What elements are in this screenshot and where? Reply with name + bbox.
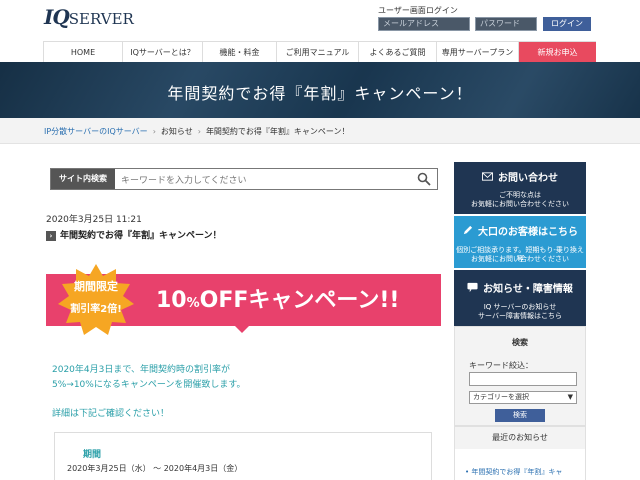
login-button[interactable]: ログイン [543, 17, 591, 31]
email-field[interactable]: メールアドレス [378, 17, 470, 31]
category-select-value: カテゴリーを選択 [473, 393, 529, 401]
logo-iq: IQ [44, 5, 70, 29]
sidebar-contact-title: お問い合わせ [454, 169, 586, 184]
sidebar-contact[interactable]: お問い合わせ ご不明な点は お気軽にお問い合わせください [454, 162, 586, 214]
campaign-headline: 10%OFFキャンペーン!! [156, 282, 399, 314]
breadcrumb-home[interactable]: IP分散サーバーのIQサーバー [44, 127, 148, 136]
password-field[interactable]: パスワード [475, 17, 537, 31]
nav-new-signup[interactable]: 新規お申込 [519, 42, 596, 63]
sidebar-contact-sub1: ご不明な点は [499, 191, 541, 199]
campaign-headline-percent: % [186, 296, 200, 311]
campaign-banner: 期間限定 割引率2倍! 10%OFFキャンペーン!! [46, 264, 441, 336]
nav-about[interactable]: IQサーバーとは？ [123, 42, 203, 63]
intro-line-1: 2020年4月3日まで、年間契約時の割引率が [52, 365, 230, 375]
nav-faq[interactable]: よくあるご質問 [359, 42, 437, 63]
login-title: ユーザー画面ログイン [378, 6, 458, 15]
breadcrumb-separator-icon: › [152, 127, 156, 136]
recent-news-heading: 最近のお知らせ [455, 427, 585, 449]
keyword-label: キーワード絞込： [469, 361, 533, 370]
post-title-text: 年間契約でお得『年割』キャンペーン！ [60, 231, 222, 241]
campaign-notch [234, 325, 250, 333]
mail-icon [482, 172, 493, 181]
post-title[interactable]: › 年間契約でお得『年割』キャンペーン！ [46, 228, 222, 241]
nav-dedicated-plan[interactable]: 専用サーバープラン [437, 42, 519, 63]
category-select[interactable]: カテゴリーを選択 ▼ [469, 391, 577, 404]
site-search-label: サイト内検索 [51, 169, 115, 189]
period-label: 期間 [83, 450, 102, 460]
campaign-burst-line2: 割引率2倍! [70, 304, 122, 315]
pencil-icon [463, 225, 473, 235]
chevron-down-icon: ▼ [567, 393, 573, 401]
sidebar-contact-sub2: お気軽にお問い合わせください [471, 200, 569, 208]
site-search: サイト内検索 キーワードを入力してください [50, 168, 438, 190]
search-input[interactable]: キーワードを入力してください [121, 173, 246, 186]
breadcrumb: IP分散サーバーのIQサーバー › お知らせ › 年間契約でお得『年割』キャンペーン！ [0, 118, 640, 144]
sidebar-search-button[interactable]: 検索 [495, 409, 545, 422]
period-value: 2020年3月25日（水） 〜 2020年4月3日（金） [67, 464, 243, 473]
sidebar-recent-news: 最近のお知らせ • 年間契約でお得『年割』キャ [454, 426, 586, 480]
campaign-burst-text: 期間限定 割引率2倍! [58, 278, 134, 315]
page-banner: 年間契約でお得『年割』キャンペーン！ [0, 62, 640, 118]
sidebar-search-heading: 検索 [512, 338, 528, 347]
search-icon[interactable] [417, 172, 431, 186]
breadcrumb-current: 年間契約でお得『年割』キャンペーン！ [205, 127, 350, 136]
sidebar-large-sub2: お気軽にお問い合わせください [471, 255, 569, 263]
logo-server: SERVER [68, 10, 134, 28]
sidebar-info-title: お知らせ・障害情報 [454, 280, 586, 295]
main-nav: HOME IQサーバーとは？ 機能・料金 ご利用マニュアル よくあるご質問 専用… [43, 41, 596, 63]
sidebar-search: 検索 キーワード絞込： カテゴリーを選択 ▼ 検索 [454, 326, 586, 426]
logo[interactable]: IQSERVER [44, 5, 134, 29]
site-header: IQSERVER ユーザー画面ログイン メールアドレス パスワード ログイン [0, 0, 640, 40]
sidebar-info-sub2: サーバー障害情報はこちら [478, 312, 562, 320]
intro-line-3: 詳細は下記ご確認ください！ [52, 409, 170, 419]
nav-home[interactable]: HOME [43, 42, 123, 63]
sidebar-large-title: 大口のお客様はこちら [454, 223, 586, 238]
breadcrumb-separator-icon: › [197, 127, 201, 136]
period-box: 期間 2020年3月25日（水） 〜 2020年4月3日（金） [54, 432, 432, 480]
recent-news-item[interactable]: • 年間契約でお得『年割』キャ [465, 467, 583, 477]
sidebar-info[interactable]: お知らせ・障害情報 IQ サーバーのお知らせ サーバー障害情報はこちら [454, 270, 586, 326]
page-title: 年間契約でお得『年割』キャンペーン！ [167, 84, 473, 103]
breadcrumb-news[interactable]: お知らせ [161, 127, 193, 136]
post-date: 2020年3月25日 11:21 [46, 215, 142, 225]
sidebar-info-sub1: IQ サーバーのお知らせ [483, 303, 557, 311]
nav-manual[interactable]: ご利用マニュアル [277, 42, 359, 63]
campaign-burst-line1: 期間限定 [74, 280, 118, 293]
campaign-headline-rest: OFFキャンペーン!! [199, 288, 400, 313]
chevron-right-icon: › [46, 230, 56, 241]
sidebar-large-customer[interactable]: 大口のお客様はこちら 個別ご相談承ります。短期もり-乗り換え等 お気軽にお問い合… [454, 216, 586, 268]
chat-icon [467, 282, 478, 293]
intro-line-2: 5%→10%になるキャンペーンを開催致します。 [52, 380, 246, 390]
campaign-headline-number: 10 [156, 288, 187, 313]
keyword-input[interactable] [469, 372, 577, 386]
nav-pricing[interactable]: 機能・料金 [203, 42, 277, 63]
